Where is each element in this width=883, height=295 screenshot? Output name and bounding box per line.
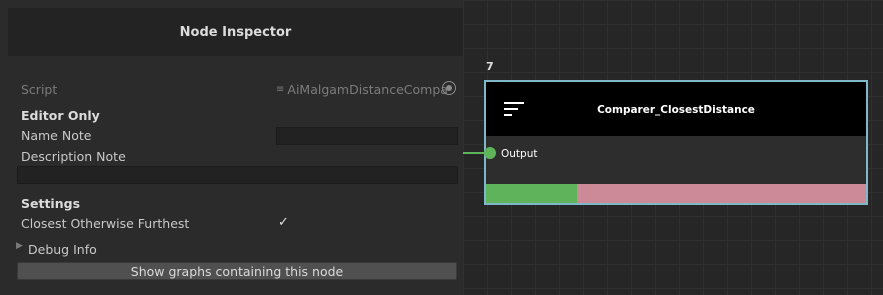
name-note-field[interactable] (276, 127, 458, 145)
node-body: Output (486, 136, 866, 184)
node-index: 7 (486, 60, 494, 73)
progress-bar-fill (486, 184, 577, 203)
script-field[interactable]: ≡ AiMalgamDistanceCompa (276, 80, 457, 98)
output-port-label: Output (501, 148, 538, 160)
script-value: AiMalgamDistanceCompa (287, 81, 448, 97)
closest-otherwise-furthest-label: Closest Otherwise Furthest (21, 216, 190, 231)
settings-header: Settings (21, 196, 81, 211)
editor-only-header: Editor Only (21, 108, 100, 123)
description-note-field[interactable] (17, 166, 458, 184)
object-picker-icon[interactable] (442, 81, 456, 95)
script-label: Script (21, 82, 58, 97)
progress-bar-remaining (577, 184, 866, 203)
node-inspector-panel: Node Inspector Script ≡ AiMalgamDistance… (0, 0, 463, 295)
node-title: Comparer_ClosestDistance (597, 104, 755, 116)
closest-otherwise-furthest-checkbox[interactable]: ✓ (278, 215, 289, 230)
node-header[interactable]: Comparer_ClosestDistance (486, 82, 866, 136)
debug-info-foldout[interactable]: Debug Info (28, 242, 97, 257)
script-lines-icon: ≡ (276, 83, 285, 95)
output-port-dot[interactable] (484, 147, 496, 159)
inspector-title: Node Inspector (8, 8, 463, 56)
show-graphs-button[interactable]: Show graphs containing this node (17, 262, 457, 280)
foldout-arrow-icon[interactable]: ▶ (16, 241, 23, 251)
comparer-node[interactable]: Comparer_ClosestDistance Output (484, 80, 868, 205)
description-note-label: Description Note (21, 149, 126, 164)
name-note-label: Name Note (21, 128, 92, 143)
